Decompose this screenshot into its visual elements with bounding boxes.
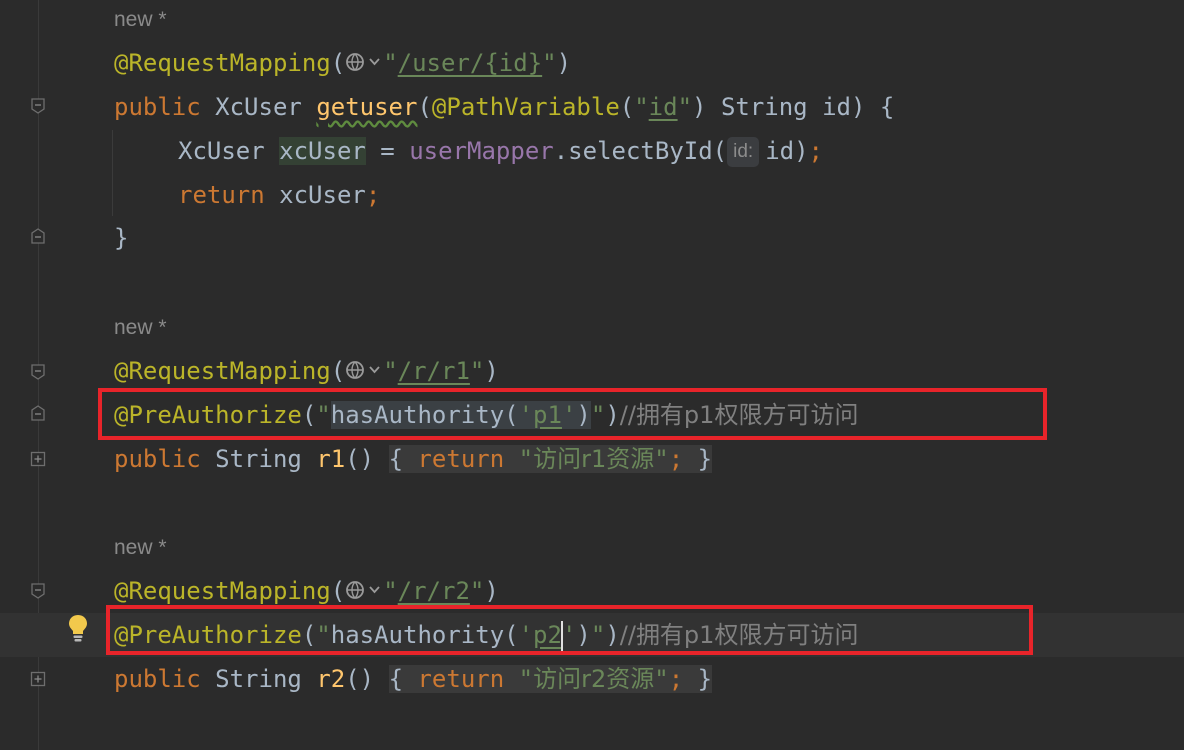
method-name: getuser xyxy=(316,93,418,121)
parameter-hint: id: xyxy=(727,137,760,167)
usage-hint[interactable]: new * xyxy=(114,313,167,343)
globe-icon[interactable] xyxy=(345,358,383,382)
code-editor[interactable]: new * @RequestMapping("/user/{id}") publ… xyxy=(0,0,1184,750)
folded-body[interactable]: { return "访问r2资源"; } xyxy=(388,665,713,693)
lightbulb-icon[interactable] xyxy=(66,613,90,643)
usage-hint[interactable]: new * xyxy=(114,533,167,563)
indent-guide xyxy=(112,130,113,216)
code-line-mapping[interactable]: @RequestMapping("/r/r1") xyxy=(114,351,499,391)
code-line-signature[interactable]: public XcUser getuser(@PathVariable("id"… xyxy=(114,87,894,127)
globe-icon[interactable] xyxy=(345,50,383,74)
code-line-folded-method[interactable]: public String r1() { return "访问r1资源"; } xyxy=(114,439,713,479)
code-line-return[interactable]: return xcUser; xyxy=(178,175,380,215)
code-line-body[interactable]: XcUser xcUser = userMapper.selectById(id… xyxy=(178,131,823,171)
code-line-folded-method[interactable]: public String r2() { return "访问r2资源"; } xyxy=(114,659,713,699)
highlight-box xyxy=(98,388,1047,440)
variable-highlight: xcUser xyxy=(279,137,366,165)
highlight-box xyxy=(106,605,1033,655)
folded-body[interactable]: { return "访问r1资源"; } xyxy=(388,445,713,473)
usage-hint[interactable]: new * xyxy=(114,5,167,35)
annotation-name: @RequestMapping xyxy=(114,49,331,77)
code-line-close[interactable]: } xyxy=(114,218,128,258)
mapping-path: /user/{id} xyxy=(397,49,543,77)
globe-icon[interactable] xyxy=(345,578,383,602)
code-line-mapping[interactable]: @RequestMapping("/user/{id}") xyxy=(114,43,571,83)
